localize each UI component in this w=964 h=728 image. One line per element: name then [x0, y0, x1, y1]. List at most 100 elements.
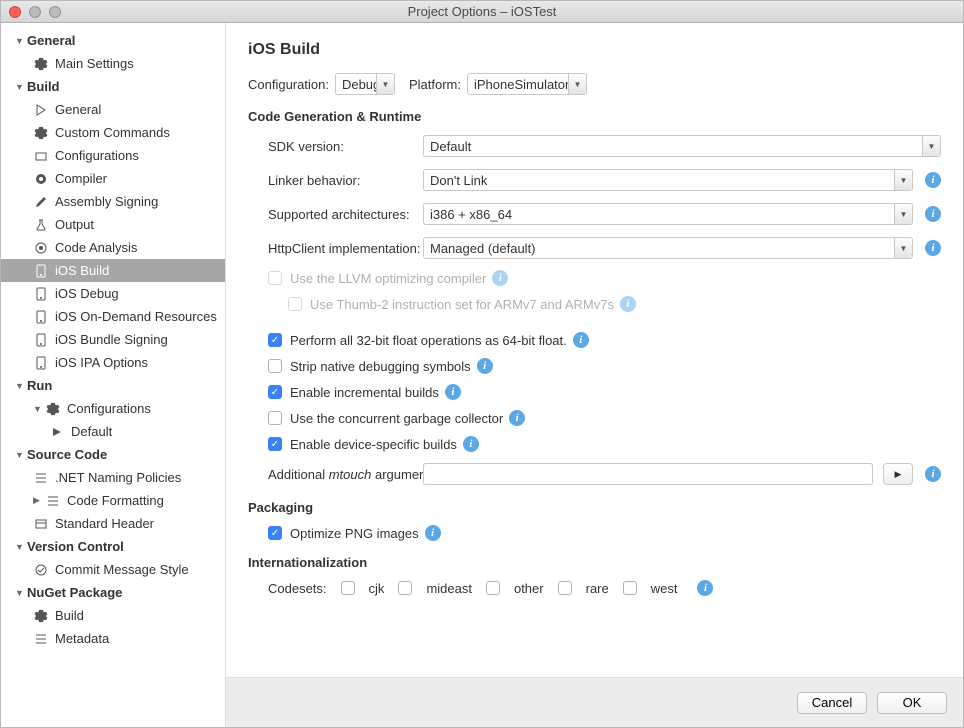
info-icon[interactable]: i — [445, 384, 461, 400]
sidebar-item-compiler[interactable]: Compiler — [1, 167, 225, 190]
gear-icon — [33, 125, 49, 141]
sidebar-item-ios-bundle-signing[interactable]: iOS Bundle Signing — [1, 328, 225, 351]
row-incr: ✓ Enable incremental builds i — [248, 384, 941, 400]
sidebar-item-code-analysis[interactable]: Code Analysis — [1, 236, 225, 259]
sidebar-group-build[interactable]: ▼ Build — [1, 75, 225, 98]
sidebar-item-code-formatting[interactable]: ▶ Code Formatting — [1, 489, 225, 512]
row-linker: Linker behavior: Don't Link ▼ i — [248, 168, 941, 192]
chevron-down-icon: ▼ — [15, 588, 25, 598]
sdk-select[interactable]: Default ▼ — [423, 135, 941, 157]
section-intl: Internationalization — [248, 555, 941, 570]
info-icon[interactable]: i — [573, 332, 589, 348]
west-checkbox[interactable] — [623, 581, 637, 595]
titlebar: Project Options – iOSTest — [1, 1, 963, 23]
info-icon[interactable]: i — [463, 436, 479, 452]
sidebar-item-ios-debug[interactable]: iOS Debug — [1, 282, 225, 305]
sidebar-item-custom-commands[interactable]: Custom Commands — [1, 121, 225, 144]
platform-select[interactable]: iPhoneSimulator ▼ — [467, 73, 587, 95]
sidebar-item-label: iOS Build — [55, 263, 109, 278]
chevron-down-icon: ▼ — [568, 74, 586, 94]
ok-button[interactable]: OK — [877, 692, 947, 714]
page-title: iOS Build — [248, 41, 941, 59]
rare-checkbox[interactable] — [558, 581, 572, 595]
http-label: HttpClient implementation: — [248, 241, 423, 256]
gc-checkbox[interactable] — [268, 411, 282, 425]
linker-select[interactable]: Don't Link ▼ — [423, 169, 913, 191]
chevron-down-icon: ▼ — [894, 204, 912, 224]
sidebar-item-nuget-metadata[interactable]: Metadata — [1, 627, 225, 650]
info-icon[interactable]: i — [925, 172, 941, 188]
codeset-west: west — [623, 581, 678, 596]
row-strip: Strip native debugging symbols i — [248, 358, 941, 374]
sidebar-group-run[interactable]: ▼ Run — [1, 374, 225, 397]
mtouch-browse-button[interactable]: ▶ — [883, 463, 913, 485]
sidebar-item-label: Output — [55, 217, 94, 232]
info-icon[interactable]: i — [509, 410, 525, 426]
mideast-checkbox[interactable] — [398, 581, 412, 595]
sidebar-item-default[interactable]: Default — [1, 420, 225, 443]
info-icon[interactable]: i — [477, 358, 493, 374]
sidebar-item-output[interactable]: Output — [1, 213, 225, 236]
sidebar-item-label: Metadata — [55, 631, 109, 646]
info-icon[interactable]: i — [925, 466, 941, 482]
codeset-rare: rare — [558, 581, 609, 596]
sidebar-group-vcs[interactable]: ▼ Version Control — [1, 535, 225, 558]
sidebar-item-ios-ipa[interactable]: iOS IPA Options — [1, 351, 225, 374]
strip-checkbox[interactable] — [268, 359, 282, 373]
http-select[interactable]: Managed (default) ▼ — [423, 237, 913, 259]
other-checkbox[interactable] — [486, 581, 500, 595]
cjk-checkbox[interactable] — [341, 581, 355, 595]
sidebar-group-source[interactable]: ▼ Source Code — [1, 443, 225, 466]
info-icon[interactable]: i — [925, 240, 941, 256]
sidebar-item-label: Code Formatting — [67, 493, 164, 508]
chevron-down-icon: ▼ — [15, 36, 25, 46]
sidebar-item-configurations[interactable]: Configurations — [1, 144, 225, 167]
flask-icon — [33, 217, 49, 233]
arch-select[interactable]: i386 + x86_64 ▼ — [423, 203, 913, 225]
sidebar-item-run-configurations[interactable]: ▼ Configurations — [1, 397, 225, 420]
png-checkbox[interactable]: ✓ — [268, 526, 282, 540]
list-icon — [45, 493, 61, 509]
incremental-checkbox[interactable]: ✓ — [268, 385, 282, 399]
sidebar-item-main-settings[interactable]: Main Settings — [1, 52, 225, 75]
sidebar-item-label: Build — [55, 608, 84, 623]
mtouch-input[interactable] — [423, 463, 873, 485]
device-checkbox[interactable]: ✓ — [268, 437, 282, 451]
sidebar-item-ios-odr[interactable]: iOS On-Demand Resources — [1, 305, 225, 328]
sidebar-group-nuget[interactable]: ▼ NuGet Package — [1, 581, 225, 604]
sidebar-item-label: iOS Bundle Signing — [55, 332, 168, 347]
sidebar-item-general[interactable]: General — [1, 98, 225, 121]
info-icon[interactable]: i — [425, 525, 441, 541]
sidebar-group-general[interactable]: ▼ General — [1, 29, 225, 52]
codeset-cjk: cjk — [341, 581, 385, 596]
select-value: Debug — [342, 77, 380, 92]
sidebar-group-label: General — [27, 33, 75, 48]
sidebar-item-naming[interactable]: .NET Naming Policies — [1, 466, 225, 489]
pen-icon — [33, 194, 49, 210]
project-options-window: Project Options – iOSTest ▼ General Main… — [0, 0, 964, 728]
sidebar-item-label: iOS IPA Options — [55, 355, 148, 370]
chevron-down-icon: ▼ — [894, 170, 912, 190]
phone-icon — [33, 332, 49, 348]
compiler-icon — [33, 171, 49, 187]
info-icon[interactable]: i — [697, 580, 713, 596]
sidebar-item-nuget-build[interactable]: Build — [1, 604, 225, 627]
cancel-button[interactable]: Cancel — [797, 692, 867, 714]
sidebar-group-label: Build — [27, 79, 60, 94]
dialog-footer: Cancel OK — [226, 677, 963, 727]
chevron-down-icon: ▼ — [15, 450, 25, 460]
sidebar-item-standard-header[interactable]: Standard Header — [1, 512, 225, 535]
configuration-select[interactable]: Debug ▼ — [335, 73, 395, 95]
row-mtouch: Additional mtouch arguments: ▶ i — [248, 462, 941, 486]
configuration-label: Configuration: — [248, 77, 329, 92]
float-checkbox[interactable]: ✓ — [268, 333, 282, 347]
sidebar-group-label: Source Code — [27, 447, 107, 462]
sidebar-item-commit-style[interactable]: Commit Message Style — [1, 558, 225, 581]
llvm-checkbox — [268, 271, 282, 285]
info-icon[interactable]: i — [925, 206, 941, 222]
select-value: i386 + x86_64 — [430, 207, 512, 222]
main-body: iOS Build Configuration: Debug ▼ Platfor… — [226, 23, 963, 677]
sidebar-item-ios-build[interactable]: iOS Build — [1, 259, 225, 282]
gc-label: Use the concurrent garbage collector — [290, 411, 503, 426]
sidebar-item-assembly-signing[interactable]: Assembly Signing — [1, 190, 225, 213]
